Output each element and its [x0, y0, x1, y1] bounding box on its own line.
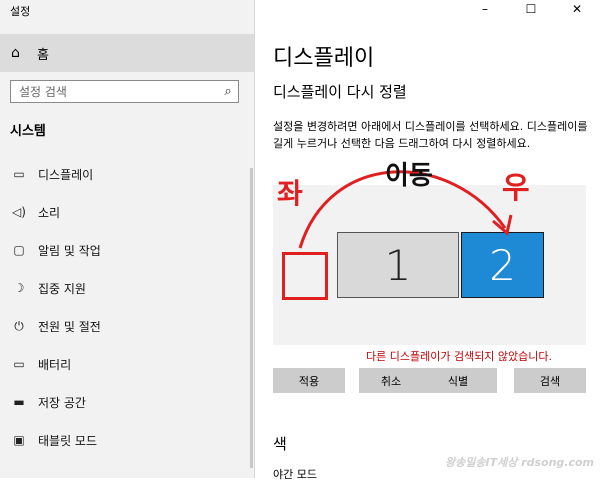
settings-window: 설정 ⌂ 홈 설정 검색 ⌕ 시스템 ▭ 디스플레이 ◁) 소리 ▢ 알림 및 …	[0, 0, 600, 481]
watermark: 왕송밀송IT세상 rdsong.com	[445, 456, 594, 469]
annotation-arrow	[298, 170, 513, 249]
annotation-right-label: 우	[502, 171, 530, 206]
annotation-left-label: 좌	[277, 177, 303, 210]
annotation-move-label: 이동	[385, 161, 433, 191]
